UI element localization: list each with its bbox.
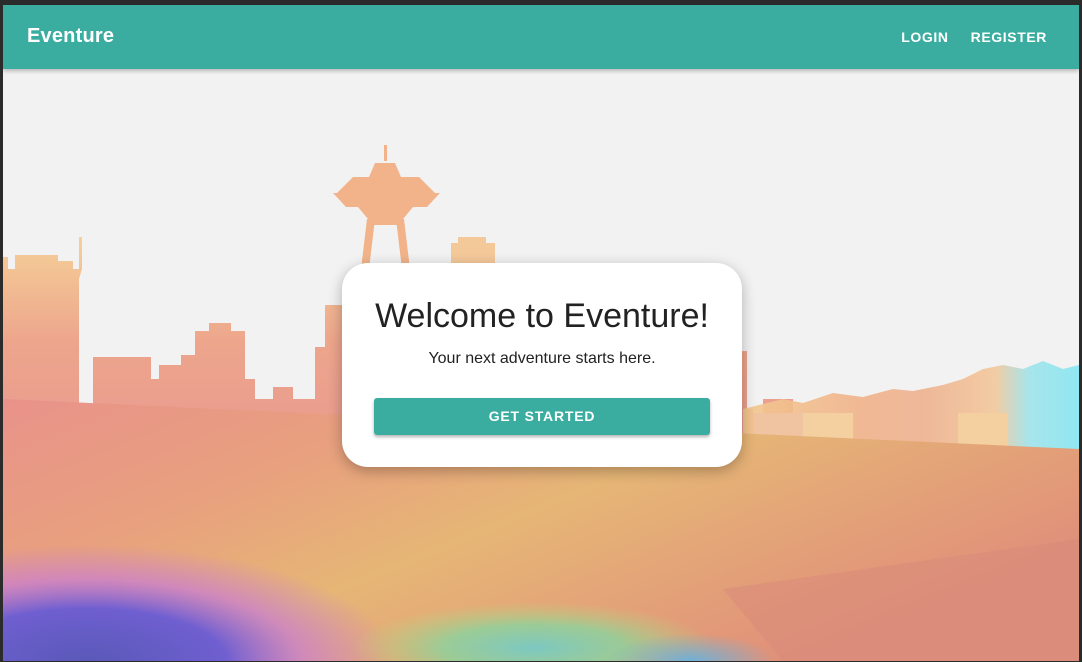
top-nav: LOGIN REGISTER [893, 5, 1055, 69]
space-needle-shape [333, 145, 440, 269]
browser-window: Eventure LOGIN REGISTER Welcome to Event… [3, 5, 1079, 661]
welcome-card: Welcome to Eventure! Your next adventure… [342, 263, 742, 467]
building-shape [958, 413, 1008, 449]
get-started-button[interactable]: GET STARTED [374, 398, 710, 435]
building-shape [458, 237, 486, 245]
welcome-subtitle: Your next adventure starts here. [428, 350, 656, 367]
app-bar: Eventure LOGIN REGISTER [3, 5, 1079, 69]
register-button[interactable]: REGISTER [963, 21, 1055, 53]
login-button[interactable]: LOGIN [893, 21, 956, 53]
brand-logo[interactable]: Eventure [27, 25, 114, 48]
welcome-title: Welcome to Eventure! [375, 297, 709, 335]
